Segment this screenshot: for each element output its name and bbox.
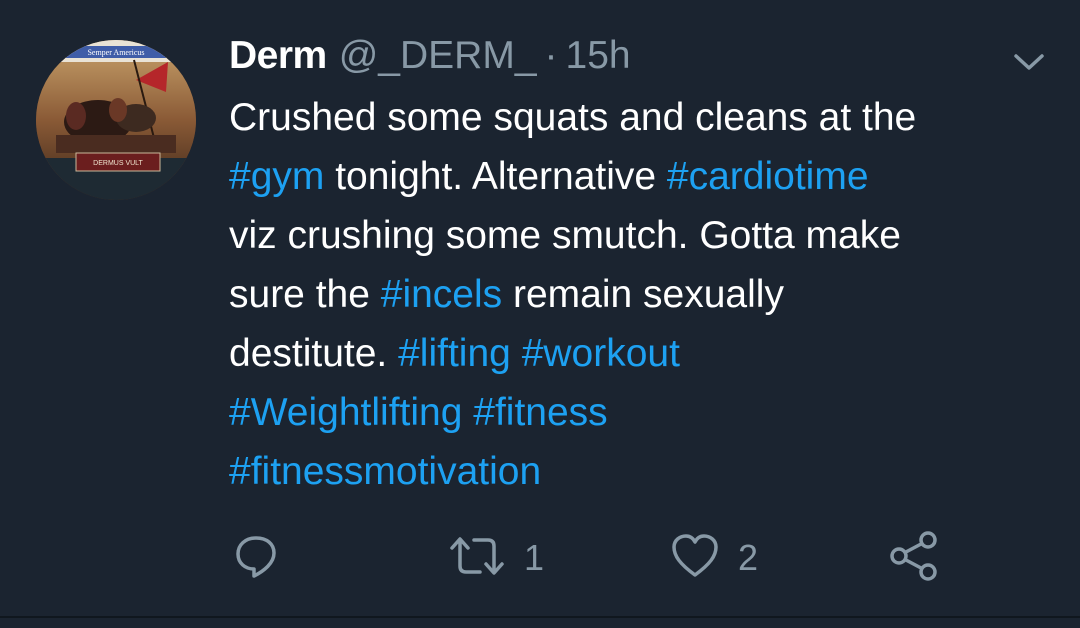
hashtag-link[interactable]: #lifting <box>398 332 511 375</box>
tweet-text-segment <box>511 332 522 375</box>
hashtag-link[interactable]: #fitnessmotivation <box>229 450 541 493</box>
hashtag-link[interactable]: #fitness <box>473 391 607 434</box>
avatar-banner-text: Semper Americus <box>87 48 144 57</box>
tweet-text-segment: destitute. <box>229 332 399 375</box>
divider <box>0 616 1080 618</box>
tweet-text-segment <box>462 391 473 434</box>
share-icon <box>888 530 940 587</box>
action-bar: 1 2 <box>0 530 1080 590</box>
retweet-button[interactable]: 1 <box>448 530 544 586</box>
avatar-image: Semper Americus DERMUS VULT <box>36 40 196 200</box>
tweet-text-line: #Weightlifting #fitness <box>229 383 1049 442</box>
reply-icon <box>232 532 280 585</box>
tweet-card[interactable]: Semper Americus DERMUS VULT Derm @_DERM_… <box>0 0 1080 628</box>
separator-dot: · <box>544 34 558 77</box>
hashtag-link[interactable]: #Weightlifting <box>229 391 462 434</box>
tweet-text-segment: remain sexually <box>502 273 784 316</box>
heart-icon <box>670 532 720 585</box>
hashtag-link[interactable]: #workout <box>522 332 680 375</box>
tweet-text-line: destitute. #lifting #workout <box>229 324 1049 383</box>
tweet-text-segment: Crushed some squats and cleans at the <box>229 96 917 139</box>
share-button[interactable] <box>888 530 940 586</box>
tweet-text: Crushed some squats and cleans at the #gy… <box>229 88 1049 501</box>
tweet-header: Derm @_DERM_ · 15h <box>229 34 631 82</box>
hashtag-link[interactable]: #gym <box>229 155 324 198</box>
tweet-text-line: #fitnessmotivation <box>229 442 1049 501</box>
display-name[interactable]: Derm <box>229 34 327 78</box>
user-handle[interactable]: @_DERM_ <box>339 34 537 78</box>
timestamp[interactable]: 15h <box>566 34 631 78</box>
tweet-text-segment: tonight. Alternative <box>324 155 667 198</box>
retweet-icon <box>448 532 506 585</box>
tweet-text-line: sure the #incels remain sexually <box>229 265 1049 324</box>
reply-button[interactable] <box>232 530 298 586</box>
avatar[interactable]: Semper Americus DERMUS VULT <box>36 40 196 200</box>
tweet-text-line: viz crushing some smutch. Gotta make <box>229 206 1049 265</box>
hashtag-link[interactable]: #cardiotime <box>667 155 869 198</box>
hashtag-link[interactable]: #incels <box>381 273 502 316</box>
tweet-text-segment: viz crushing some smutch. Gotta make <box>229 214 901 257</box>
tweet-text-line: #gym tonight. Alternative #cardiotime <box>229 147 1049 206</box>
like-count: 2 <box>738 537 759 578</box>
tweet-text-segment: sure the <box>229 273 381 316</box>
avatar-plaque-text: DERMUS VULT <box>93 160 143 167</box>
tweet-text-line: Crushed some squats and cleans at the <box>229 88 1049 147</box>
retweet-count: 1 <box>524 537 545 578</box>
like-button[interactable]: 2 <box>670 530 758 586</box>
chevron-down-icon[interactable] <box>1012 50 1046 74</box>
